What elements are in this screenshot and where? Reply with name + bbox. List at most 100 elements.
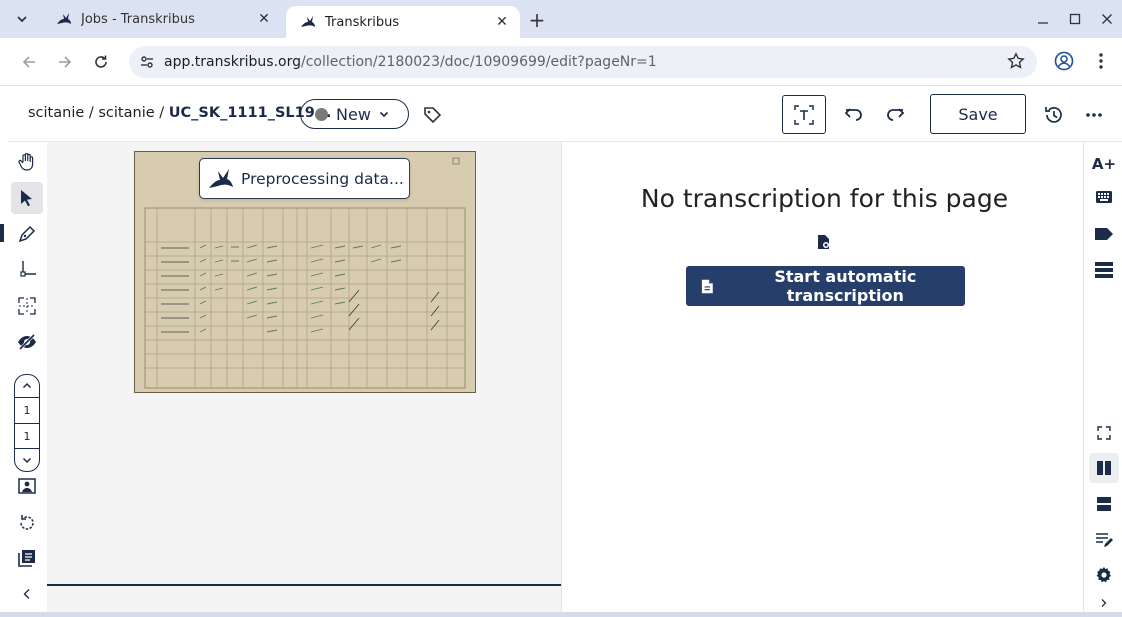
close-icon[interactable]: ✕ bbox=[492, 12, 512, 32]
columns-icon bbox=[1097, 461, 1111, 475]
draw-tool[interactable] bbox=[11, 218, 43, 250]
split-horizontal-button[interactable] bbox=[1089, 489, 1119, 519]
virtual-keyboard-button[interactable] bbox=[1089, 182, 1119, 212]
eye-off-icon bbox=[18, 333, 36, 351]
tab-search-button[interactable] bbox=[8, 5, 36, 33]
breadcrumb-separator: / bbox=[84, 105, 99, 121]
transkribus-logo-icon bbox=[209, 168, 233, 188]
page-up-button[interactable] bbox=[14, 374, 40, 398]
preprocessing-label: Preprocessing data... bbox=[241, 169, 404, 188]
tab-title: Jobs - Transkribus bbox=[81, 11, 195, 27]
preprocessing-indicator: Preprocessing data... bbox=[199, 158, 410, 199]
keyboard-icon bbox=[1096, 191, 1112, 203]
document-pages-tool[interactable] bbox=[11, 542, 43, 574]
image-settings-tool[interactable] bbox=[11, 470, 43, 502]
edit-notes-button[interactable] bbox=[1089, 525, 1119, 555]
split-line-tool[interactable] bbox=[11, 254, 43, 286]
empty-transcription-title: No transcription for this page bbox=[640, 184, 1009, 213]
text-scan-icon bbox=[794, 104, 814, 125]
profile-icon[interactable] bbox=[1053, 50, 1075, 72]
list-layers-icon bbox=[1095, 262, 1113, 278]
bookmark-star-icon[interactable] bbox=[1007, 52, 1025, 70]
history-icon[interactable] bbox=[1044, 105, 1064, 125]
forward-button[interactable] bbox=[53, 50, 77, 74]
total-page-count: 1 bbox=[14, 424, 40, 450]
chevron-left-icon bbox=[23, 589, 30, 599]
tag-edit-icon[interactable] bbox=[423, 105, 443, 125]
transkribus-logo-icon bbox=[57, 13, 71, 24]
reload-button[interactable] bbox=[89, 50, 113, 74]
gear-icon bbox=[1096, 567, 1111, 583]
undo-icon[interactable] bbox=[844, 105, 864, 123]
rows-icon bbox=[1097, 497, 1111, 511]
tab-transkribus[interactable]: Transkribus ✕ bbox=[286, 6, 520, 38]
canvas-bottom-panel bbox=[47, 584, 561, 612]
window-bottom-edge bbox=[0, 612, 1122, 617]
left-edge-strip bbox=[0, 142, 8, 612]
browser-menu-icon[interactable] bbox=[1091, 50, 1111, 72]
page-down-button[interactable] bbox=[14, 448, 40, 472]
breadcrumb-folder[interactable]: scitanie bbox=[98, 105, 154, 121]
save-button[interactable]: Save bbox=[930, 94, 1026, 134]
close-icon[interactable]: ✕ bbox=[254, 9, 274, 29]
image-canvas[interactable]: Preprocessing data... bbox=[47, 142, 561, 584]
transkribus-logo-icon bbox=[301, 16, 315, 27]
structure-button[interactable] bbox=[1089, 255, 1119, 285]
site-info-icon[interactable] bbox=[137, 52, 157, 72]
font-size-button[interactable]: A+ bbox=[1089, 149, 1119, 179]
url-bar[interactable]: app.transkribus.org/collection/2180023/d… bbox=[129, 46, 1037, 78]
current-page-number[interactable]: 1 bbox=[14, 398, 40, 424]
close-icon bbox=[1102, 14, 1112, 24]
library-books-icon bbox=[18, 550, 35, 567]
split-line-icon bbox=[20, 261, 36, 277]
tags-button[interactable] bbox=[1089, 219, 1119, 249]
document-icon bbox=[701, 279, 713, 293]
status-label: New bbox=[336, 104, 371, 124]
chevron-down-icon bbox=[17, 16, 27, 23]
reload-icon bbox=[95, 55, 107, 68]
visibility-toggle[interactable] bbox=[11, 326, 43, 358]
page-navigator: 1 1 bbox=[14, 374, 41, 474]
fullscreen-button[interactable] bbox=[1089, 418, 1119, 448]
layout-grid-icon bbox=[18, 297, 36, 315]
image-person-icon bbox=[18, 478, 36, 494]
start-transcription-button[interactable]: Start automatic transcription bbox=[686, 266, 965, 306]
settings-button[interactable] bbox=[1089, 560, 1119, 590]
layout-tool[interactable] bbox=[11, 290, 43, 322]
editor-header: scitanie / scitanie / UC_SK_1111_SL19...… bbox=[8, 87, 1122, 142]
breadcrumb: scitanie / scitanie / UC_SK_1111_SL19... bbox=[28, 105, 331, 121]
pen-icon bbox=[18, 225, 36, 243]
breadcrumb-separator: / bbox=[154, 105, 169, 121]
maximize-button[interactable] bbox=[1064, 8, 1086, 30]
edge-indicator bbox=[0, 224, 4, 242]
tab-title: Transkribus bbox=[325, 14, 400, 30]
redo-icon[interactable] bbox=[885, 105, 905, 123]
right-tool-sidebar: A+ bbox=[1083, 142, 1122, 612]
collapse-sidebar-button[interactable] bbox=[11, 578, 43, 610]
text-recognition-button[interactable] bbox=[782, 95, 826, 134]
minimize-icon bbox=[1038, 22, 1048, 24]
maximize-icon bbox=[1069, 13, 1081, 25]
chevron-right-icon bbox=[1101, 599, 1107, 607]
new-tab-button[interactable]: + bbox=[524, 7, 550, 33]
window-close-button[interactable] bbox=[1096, 8, 1118, 30]
split-vertical-button[interactable] bbox=[1089, 453, 1119, 483]
document-view-icon bbox=[817, 234, 831, 250]
rotate-tool[interactable] bbox=[11, 507, 43, 539]
arrow-left-icon bbox=[22, 56, 35, 68]
more-options-icon[interactable] bbox=[1084, 105, 1104, 125]
breadcrumb-collection[interactable]: scitanie bbox=[28, 105, 84, 121]
status-dropdown[interactable]: New bbox=[300, 99, 409, 129]
url-path: /collection/2180023/doc/10909699/edit?pa… bbox=[301, 54, 657, 70]
hand-icon bbox=[18, 153, 34, 171]
minimize-button[interactable] bbox=[1032, 8, 1054, 30]
browser-toolbar: app.transkribus.org/collection/2180023/d… bbox=[0, 38, 1122, 86]
tag-icon bbox=[1095, 228, 1113, 240]
pan-tool[interactable] bbox=[11, 146, 43, 178]
tab-jobs[interactable]: Jobs - Transkribus ✕ bbox=[42, 0, 282, 38]
url-host: app.transkribus.org bbox=[164, 54, 302, 70]
start-transcription-label: Start automatic transcription bbox=[774, 267, 917, 305]
tool-sidebar: 1 1 bbox=[8, 142, 47, 612]
select-tool[interactable] bbox=[11, 182, 43, 214]
back-button[interactable] bbox=[17, 50, 41, 74]
